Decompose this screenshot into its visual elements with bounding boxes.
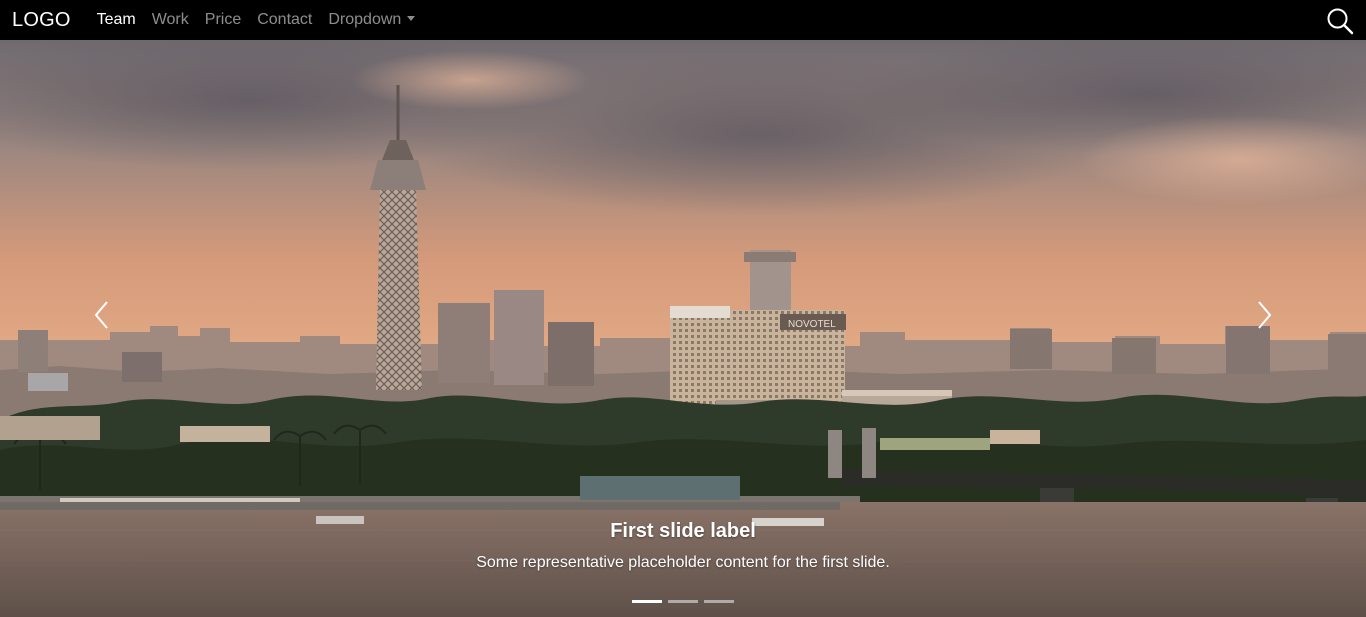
nav-link-price[interactable]: Price [197,11,249,29]
navbar: LOGO Team Work Price Contact Dropdown [0,0,1366,40]
nav-dropdown-label: Dropdown [328,11,402,28]
nav-dropdown-toggle[interactable]: Dropdown [320,11,423,29]
search-button[interactable] [1326,7,1354,35]
carousel-indicator-1[interactable] [632,600,662,603]
search-icon [1327,8,1354,35]
carousel-caption: First slide label Some representative pl… [0,518,1366,574]
carousel-indicator-2[interactable] [668,600,698,603]
caption-title: First slide label [610,520,756,542]
nav-link-work[interactable]: Work [144,11,197,29]
carousel-next-button[interactable] [1244,290,1284,340]
carousel-indicator-3[interactable] [704,600,734,603]
carousel-indicators [0,600,1366,603]
hero-carousel: NOVOTEL First slide label Some represent… [0,40,1366,617]
chevron-right-icon [1258,301,1272,329]
brand-logo[interactable]: LOGO [12,9,71,32]
nav-links: Team Work Price Contact Dropdown [89,11,424,29]
caption-text: Some representative placeholder content … [476,554,890,571]
nav-link-team[interactable]: Team [89,11,144,29]
caret-down-icon [407,16,416,21]
nav-link-contact[interactable]: Contact [249,11,320,29]
chevron-left-icon [94,301,108,329]
carousel-prev-button[interactable] [82,290,122,340]
svg-text:NOVOTEL: NOVOTEL [788,319,836,330]
